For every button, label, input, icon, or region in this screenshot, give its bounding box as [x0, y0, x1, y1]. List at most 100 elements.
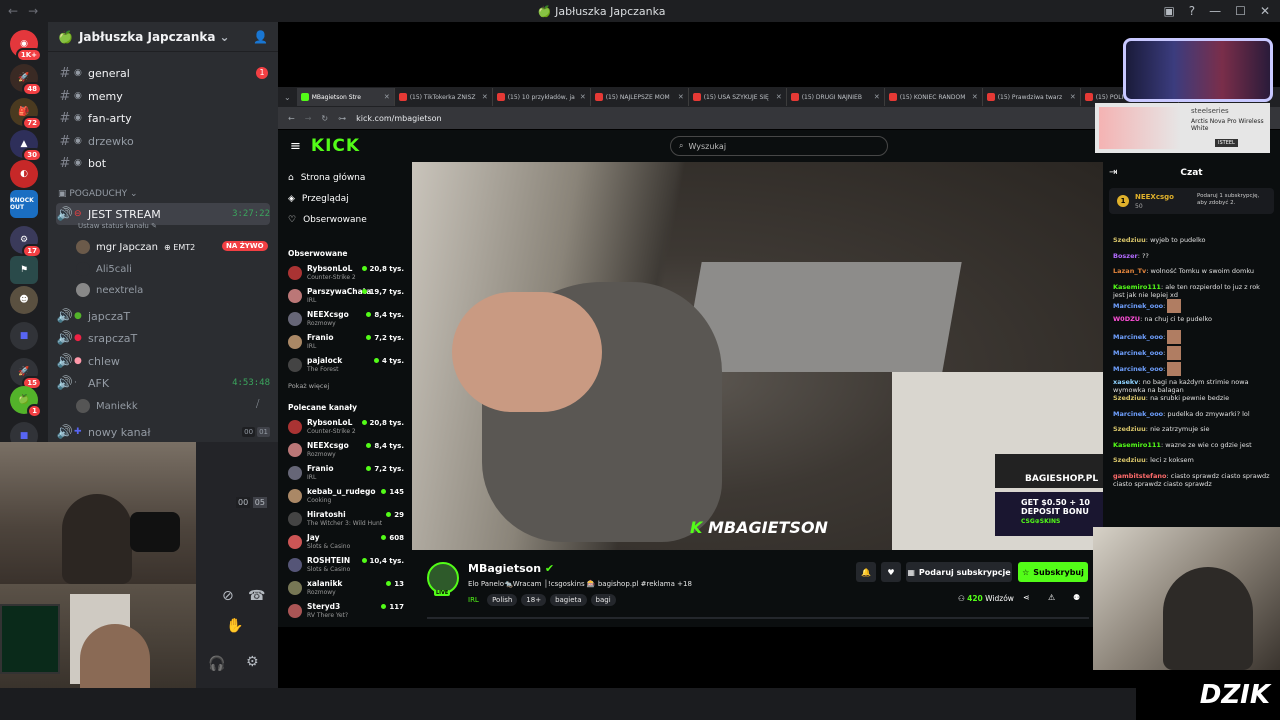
channel-item[interactable]: NEEXcsgo Rozmowy 8,4 tys. — [288, 440, 404, 462]
disconnect-icon[interactable]: ☎ — [248, 588, 265, 604]
chat-message[interactable]: Marcinek_ooo: — [1113, 362, 1273, 376]
chat-username[interactable]: gambitstefano — [1113, 472, 1167, 480]
folder-icon[interactable]: ■ — [10, 322, 38, 350]
close-tab-icon[interactable]: ✕ — [874, 93, 880, 101]
notification-button[interactable]: 🔔 — [856, 562, 876, 582]
channel-item[interactable]: ROSHTEIN Slots & Casino 10,4 tys. — [288, 555, 404, 577]
browser-tab[interactable]: (15) Prawdziwa twarz ✕ — [983, 88, 1081, 106]
kick-logo[interactable]: KICK — [311, 136, 360, 156]
tag[interactable]: Polish — [487, 594, 518, 606]
report-icon[interactable]: ⚠ — [1048, 593, 1055, 602]
browser-tab[interactable]: MBagietson Stre ✕ — [296, 88, 395, 106]
voice-user[interactable]: mgr Japczan ⊕ EMT2 — [76, 240, 195, 254]
voice-channel-chlew[interactable]: 🔊 ● chlew — [56, 351, 270, 371]
subscribe-button[interactable]: ☆ Subskrybuj — [1018, 562, 1088, 582]
tag[interactable]: 18+ — [521, 594, 547, 606]
chat-username[interactable]: W0DZU — [1113, 315, 1140, 323]
voice-channel-japczat[interactable]: 🔊 ● japczaT — [56, 306, 270, 326]
server-icon[interactable]: KNOCK OUT — [10, 190, 38, 218]
channel-item[interactable]: Franio IRL 7,2 tys. — [288, 463, 404, 485]
chat-message[interactable]: Marcinek_ooo: pudelka do zmywarki? lol — [1113, 410, 1273, 418]
voice-channel-srapczat[interactable]: 🔊 ● srapczaT — [56, 328, 270, 348]
forward-arrow-icon[interactable]: → — [28, 4, 38, 18]
menu-icon[interactable]: ≡ — [290, 139, 301, 154]
chat-message[interactable]: Marcinek_ooo: — [1113, 330, 1273, 344]
browser-tab[interactable]: (15) NAJLEPSZE MOM ✕ — [591, 88, 689, 106]
chat-username[interactable]: Szedziuu — [1113, 425, 1146, 433]
gear-icon[interactable]: ⚙ — [246, 654, 259, 670]
server-icon[interactable]: ◐ — [10, 160, 38, 188]
server-icon[interactable]: 🎒 72 — [10, 98, 42, 130]
nav-browse[interactable]: ◈ Przeglądaj — [288, 194, 349, 204]
server-header[interactable]: 🍏 Jabłuszka Japczanka ⌄ 👤 — [48, 22, 278, 52]
tag[interactable]: bagieta — [550, 594, 587, 606]
close-tab-icon[interactable]: ✕ — [678, 93, 684, 101]
user-menu-icon[interactable]: ⚉ — [1073, 593, 1080, 602]
url-field[interactable]: kick.com/mbagietson — [356, 114, 441, 123]
chat-message[interactable]: Lazan_Tv: wolność Tomku w swoim domku — [1113, 267, 1273, 275]
pinned-gift-banner[interactable]: 1 NEEXcsgo 50 Podaruj 1 subskrypcję, aby… — [1109, 188, 1274, 214]
server-icon[interactable]: ☻ — [10, 286, 38, 314]
voice-channel-nowy-kanal[interactable]: 🔊 ✚ nowy kanał 00 01 — [56, 422, 270, 442]
channel-item[interactable]: Hiratoshi The Witcher 3: Wild Hunt 29 — [288, 509, 404, 531]
chat-username[interactable]: Marcinek_ooo — [1113, 365, 1163, 373]
close-tab-icon[interactable]: ✕ — [776, 93, 782, 101]
tab-menu-icon[interactable]: ⌄ — [278, 93, 297, 102]
voice-user[interactable]: Maniekk — [76, 399, 138, 413]
browser-tab[interactable]: (15) KONIEC RANDOM ✕ — [885, 88, 983, 106]
chat-message[interactable]: gambitstefano: ciasto sprawdz ciasto spr… — [1113, 472, 1273, 488]
chat-message[interactable]: Szedziuu: na srubki pewnie bedzie — [1113, 394, 1273, 402]
channel-item[interactable]: RybsonLoL Counter-Strike 2 20,8 tys. — [288, 263, 404, 285]
close-tab-icon[interactable]: ✕ — [384, 93, 390, 101]
channel-item[interactable]: Jay Slots & Casino 608 — [288, 532, 404, 554]
channel-general[interactable]: # ◉ general — [56, 63, 270, 83]
chat-message[interactable]: Szedziuu: leci z koksem — [1113, 456, 1273, 464]
chat-username[interactable]: xasekv — [1113, 378, 1138, 386]
channel-item[interactable]: xalanikk Rozmowy 13 — [288, 578, 404, 600]
channel-drzewko[interactable]: # ◉ drzewko — [56, 131, 270, 151]
channel-bot[interactable]: # ◉ bot — [56, 153, 270, 173]
chat-message[interactable]: Kasemiro111: ale ten rozpierdol to juz z… — [1113, 283, 1273, 299]
chat-message[interactable]: Marcinek_ooo: — [1113, 298, 1273, 313]
category-header[interactable]: ▣ POGADUCHY ⌄ — [58, 189, 138, 199]
server-icon-active[interactable]: 🍏 1 — [10, 386, 42, 418]
chat-username[interactable]: Marcinek_ooo — [1113, 333, 1163, 341]
chat-username[interactable]: Marcinek_ooo — [1113, 302, 1163, 310]
close-button[interactable]: ✕ — [1260, 4, 1270, 18]
chat-username[interactable]: Kasemiro111 — [1113, 441, 1161, 449]
channel-item[interactable]: kebab_u_rudego Cooking 145 — [288, 486, 404, 508]
chat-message[interactable]: Szedziuu: wyjeb to pudelko — [1113, 236, 1273, 244]
channel-item[interactable]: Franio IRL 7,2 tys. — [288, 332, 404, 354]
gift-sub-button[interactable]: ▦ Podaruj subskrypcje — [906, 562, 1012, 582]
server-icon[interactable]: ◉ 1K+ — [10, 30, 42, 62]
chat-username[interactable]: Lazan_Tv — [1113, 267, 1146, 275]
back-arrow-icon[interactable]: ← — [8, 4, 18, 18]
close-tab-icon[interactable]: ✕ — [1070, 93, 1076, 101]
channel-memy[interactable]: # ◉ memy — [56, 86, 270, 106]
voice-user[interactable]: neextrela — [76, 283, 143, 297]
tag[interactable]: bagi — [590, 594, 616, 606]
voice-channel-afk[interactable]: 🔊 · AFK 4:53:48 — [56, 373, 270, 393]
channel-item[interactable]: RybsonLoL Counter-Strike 2 20,8 tys. — [288, 417, 404, 439]
voice-user[interactable]: Ali5cali — [76, 262, 132, 276]
channel-item[interactable]: Steryd3 RV There Yet? 117 — [288, 601, 404, 623]
forward-icon[interactable]: → — [305, 114, 312, 123]
back-icon[interactable]: ← — [288, 114, 295, 123]
reload-icon[interactable]: ↻ — [321, 114, 328, 123]
browser-tab[interactable]: (15) DRUGI NAJNIEB ✕ — [787, 88, 885, 106]
chat-message[interactable]: W0DZU: na chuj ci te pudelko — [1113, 315, 1273, 323]
follow-button[interactable]: ♥ — [881, 562, 901, 582]
nav-following[interactable]: ♡ Obserwowane — [288, 215, 367, 225]
help-icon[interactable]: ? — [1189, 4, 1195, 18]
share-icon[interactable]: ⋖ — [1023, 593, 1030, 602]
server-icon[interactable]: 🚀 15 — [10, 358, 42, 390]
chat-message[interactable]: Szedziuu: nie zatrzymuje sie — [1113, 425, 1273, 433]
server-icon[interactable]: ▲ 30 — [10, 130, 42, 162]
search-input[interactable]: ⌕ Wyszukaj — [670, 136, 888, 156]
chat-username[interactable]: Boszer — [1113, 252, 1138, 260]
browser-tab[interactable]: (15) TikTokerka ZNISZ ✕ — [395, 88, 493, 106]
chat-username[interactable]: Kasemiro111 — [1113, 283, 1161, 291]
channel-item[interactable]: ParszywaChata IRL 19,7 tys. — [288, 286, 404, 308]
browser-tab[interactable]: (15) 10 przykładów, ja ✕ — [493, 88, 591, 106]
chat-message[interactable]: Kasemiro111: wazne ze wie co gdzie jest — [1113, 441, 1273, 449]
